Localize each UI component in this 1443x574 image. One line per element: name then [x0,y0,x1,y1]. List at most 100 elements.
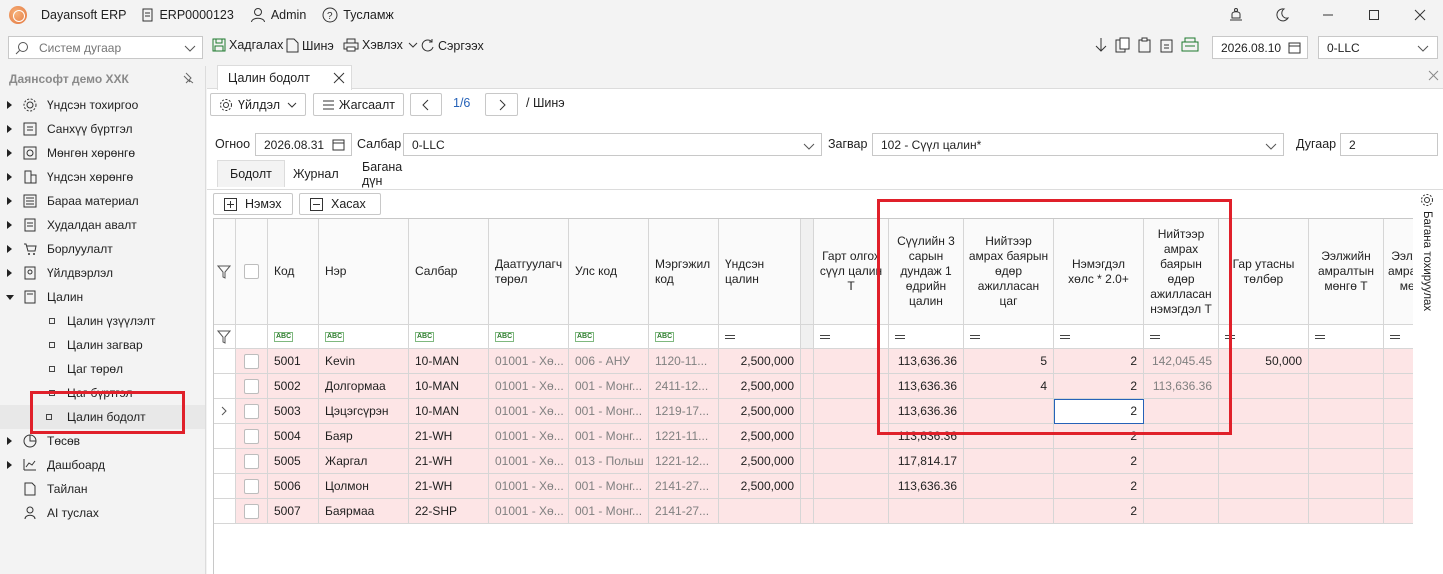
table-cell-ins[interactable]: 01001 - Хө... [489,374,569,399]
global-date-picker[interactable]: 2026.08.10 [1212,36,1308,59]
filter-net-final-salary[interactable] [814,325,889,349]
col-header-name[interactable]: Нэр [319,219,409,325]
sidebar-item-reports[interactable]: Тайлан [0,477,205,501]
table-cell-code[interactable]: 5003 [268,399,319,424]
table-cell-mult[interactable]: 2 [1054,399,1144,424]
table-cell-country[interactable]: 001 - Монг... [569,399,649,424]
col-header-holiday-allowance[interactable]: Нийтээр амрах баярын өдөр ажилласан нэмэ… [1144,219,1219,325]
table-cell[interactable] [1309,424,1384,449]
filter-holiday-allowance[interactable] [1144,325,1219,349]
col-header-holiday-hours[interactable]: Нийтээр амрах баярын өдөр ажилласан цаг [964,219,1054,325]
table-cell-hours[interactable] [964,449,1054,474]
table-cell-avg[interactable]: 113,636.36 [889,374,964,399]
refresh-button[interactable]: Сэргээх [420,38,484,53]
close-icon[interactable] [1397,0,1443,30]
filter-overtime-multiplier[interactable] [1054,325,1144,349]
table-cell-code[interactable]: 5001 [268,349,319,374]
sidebar-item-payroll[interactable]: Цалин [0,285,205,309]
table-cell-ins[interactable]: 01001 - Хө... [489,499,569,524]
sidebar-subitem-time-record[interactable]: Цаг бүртгэл [0,381,205,405]
save-button[interactable]: Хадгалах [212,38,283,52]
table-cell-country[interactable]: 001 - Монг... [569,424,649,449]
table-cell-avg[interactable]: 113,636.36 [889,349,964,374]
search-input[interactable] [39,40,189,55]
sidebar-subitem-salary-template[interactable]: Цалин загвар [0,333,205,357]
table-cell[interactable] [1384,349,1413,374]
table-cell-branch[interactable]: 10-MAN [409,399,489,424]
filter-name[interactable]: ABC [319,325,409,349]
row-checkbox[interactable] [236,349,268,374]
next-button[interactable] [485,93,518,116]
maximize-icon[interactable] [1351,0,1397,30]
table-cell[interactable] [814,449,889,474]
filter-vacation-pay[interactable] [1384,325,1413,349]
col-header-base-salary[interactable]: Үндсэн цалин [719,219,801,325]
table-cell-ins[interactable]: 01001 - Хө... [489,399,569,424]
table-cell-branch[interactable]: 21-WH [409,449,489,474]
table-cell-base[interactable]: 2,500,000 [719,424,801,449]
sidebar-item-sales[interactable]: Борлуулалт [0,237,205,261]
table-cell-mult[interactable]: 2 [1054,499,1144,524]
sidebar-item-finance[interactable]: Санхүү бүртгэл [0,117,205,141]
table-cell-holiday[interactable] [1144,499,1219,524]
table-cell-name[interactable]: Цэцэгсүрэн [319,399,409,424]
table-cell[interactable] [814,399,889,424]
table-cell-name[interactable]: Баяр [319,424,409,449]
table-cell-country[interactable]: 001 - Монг... [569,499,649,524]
table-cell-name[interactable]: Баярмаа [319,499,409,524]
table-cell-branch[interactable]: 21-WH [409,424,489,449]
filter-code[interactable]: ABC [268,325,319,349]
table-cell-prof[interactable]: 2141-27... [649,474,719,499]
table-cell-country[interactable]: 001 - Монг... [569,374,649,399]
table-cell-hours[interactable]: 5 [964,349,1054,374]
table-cell-code[interactable]: 5004 [268,424,319,449]
table-cell-code[interactable]: 5002 [268,374,319,399]
table-cell-base[interactable]: 2,500,000 [719,449,801,474]
table-cell-mult[interactable]: 2 [1054,349,1144,374]
table-cell-name[interactable]: Цолмон [319,474,409,499]
pin-icon[interactable] [182,72,194,84]
table-cell-mult[interactable]: 2 [1054,474,1144,499]
col-splitter[interactable] [801,219,814,325]
sidebar-item-cash[interactable]: Мөнгөн хөрөнгө [0,141,205,165]
table-cell-ins[interactable]: 01001 - Хө... [489,474,569,499]
table-cell[interactable] [814,374,889,399]
col-header-vacation-pay-t[interactable]: Ээлжийн амралтын мөнгө Т [1309,219,1384,325]
table-cell-holiday[interactable]: 142,045.45 [1144,349,1219,374]
notification-bell-icon[interactable] [1213,0,1259,30]
table-cell-ins[interactable]: 01001 - Хө... [489,449,569,474]
table-cell-avg[interactable]: 113,636.36 [889,424,964,449]
table-cell-country[interactable]: 006 - АНУ [569,349,649,374]
table-cell-phone[interactable] [1219,499,1309,524]
table-cell-branch[interactable]: 21-WH [409,474,489,499]
table-cell-country[interactable]: 013 - Польш [569,449,649,474]
tab-salary-calculation[interactable]: Цалин бодолт [217,65,352,90]
remove-row-button[interactable]: Хасах [299,193,381,215]
table-cell[interactable] [1384,499,1413,524]
table-cell-mult[interactable]: 2 [1054,424,1144,449]
table-cell-phone[interactable] [1219,399,1309,424]
table-cell-name[interactable]: Долгормаа [319,374,409,399]
table-cell-name[interactable]: Kevin [319,349,409,374]
filter-toggle[interactable] [214,219,236,325]
download-icon[interactable] [1093,37,1109,53]
table-cell-prof[interactable]: 2411-12... [649,374,719,399]
row-checkbox[interactable] [236,374,268,399]
table-cell[interactable] [1309,399,1384,424]
paste-icon[interactable] [1137,37,1153,53]
col-header-code[interactable]: Код [268,219,319,325]
table-cell-mult[interactable]: 2 [1054,374,1144,399]
filter-base-salary[interactable] [719,325,801,349]
table-cell-holiday[interactable] [1144,399,1219,424]
table-cell-base[interactable]: 2,500,000 [719,349,801,374]
table-cell-avg[interactable]: 113,636.36 [889,474,964,499]
table-cell-code[interactable]: 5006 [268,474,319,499]
col-header-vacation-pay[interactable]: Ээлжийн амралтын мөнгө [1384,219,1413,325]
table-cell-branch[interactable]: 10-MAN [409,374,489,399]
col-header-insured-type[interactable]: Даатгуулагч төрөл [489,219,569,325]
new-button[interactable]: Шинэ [286,38,334,53]
table-cell-hours[interactable] [964,399,1054,424]
column-settings-tab[interactable]: Багана тохируулах [1417,193,1437,323]
col-header-overtime-multiplier[interactable]: Нэмэгдэл хөлс * 2.0+ [1054,219,1144,325]
table-cell[interactable] [1384,424,1413,449]
